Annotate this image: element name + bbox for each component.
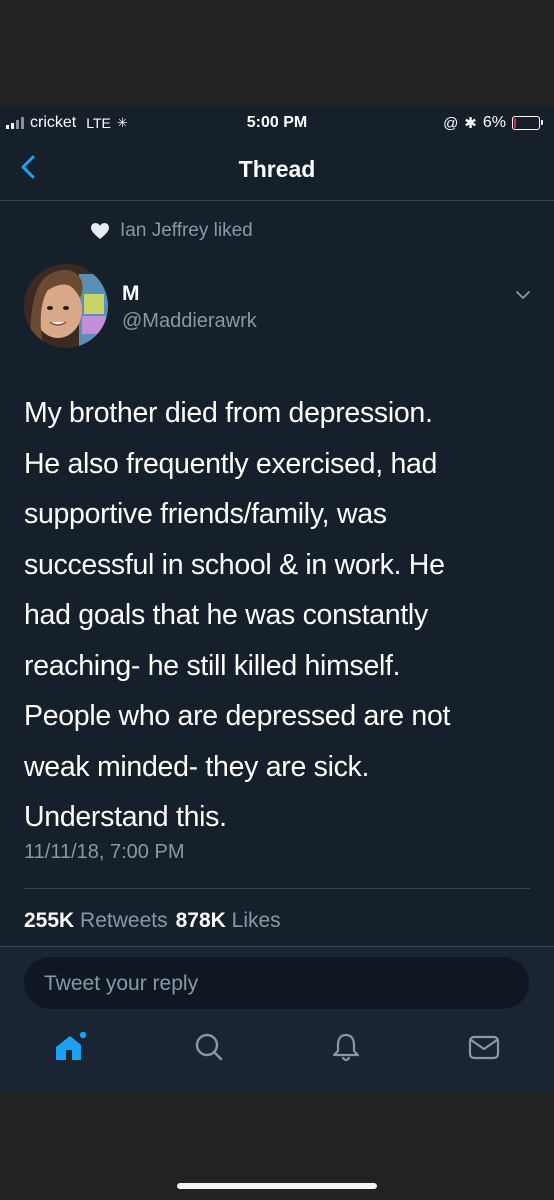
- retweets-count: 255K: [24, 909, 75, 932]
- heart-icon: [91, 223, 109, 239]
- thread-header: Thread: [0, 140, 554, 201]
- reply-placeholder: Tweet your reply: [44, 972, 199, 995]
- likes-label: Likes: [231, 909, 281, 932]
- tweet-line: People who are depressed are not: [24, 700, 451, 732]
- tweet-line: had goals that he was constantly: [24, 599, 428, 631]
- status-bar: cricket LTE ✳ 5:00 PM @ ✱ 6%: [0, 106, 554, 140]
- tweet-line: successful in school & in work. He: [24, 548, 445, 581]
- reply-input[interactable]: Tweet your reply: [24, 957, 529, 1009]
- tweet-line: supportive friends/family, was: [24, 498, 387, 530]
- tweet-line: Understand this.: [24, 801, 227, 833]
- likes-count: 878K: [175, 909, 226, 932]
- home-indicator[interactable]: [177, 1183, 377, 1189]
- battery-percent: 6%: [482, 114, 506, 131]
- social-context: Ian Jeffrey liked: [90, 220, 253, 242]
- author-name[interactable]: M: [122, 282, 140, 306]
- tweet-line: weak minded- they are sick.: [24, 750, 370, 783]
- tweet-text: My brother died from depression. He also…: [24, 388, 539, 843]
- status-right: @ ✱ 6%: [443, 114, 543, 132]
- avatar[interactable]: [24, 264, 108, 348]
- orientation-lock-icon: @: [443, 114, 459, 132]
- social-context-text: Ian Jeffrey liked: [120, 220, 253, 241]
- messages-icon[interactable]: [464, 1027, 504, 1067]
- chevron-down-icon[interactable]: [514, 286, 532, 304]
- battery-fill: [514, 118, 516, 128]
- tweet-stats: 255K Retweets 878K Likes: [24, 909, 281, 933]
- page-title: Thread: [238, 156, 316, 182]
- tweet-line: reaching- he still killed himself.: [24, 649, 401, 682]
- tweet-line: My brother died from depression.: [24, 397, 433, 429]
- app-screen: cricket LTE ✳ 5:00 PM @ ✱ 6% Thread Ian …: [0, 106, 554, 1092]
- divider: [24, 888, 530, 889]
- avatar-photo: [24, 264, 108, 348]
- search-icon[interactable]: [189, 1027, 229, 1067]
- battery-icon: [512, 116, 543, 130]
- tweet-timestamp: 11/11/18, 7:00 PM: [24, 841, 185, 863]
- tab-bar: [0, 1027, 554, 1083]
- home-icon[interactable]: [50, 1027, 90, 1067]
- retweets-label: Retweets: [80, 909, 168, 932]
- tweet-line: He also frequently exercised, had: [24, 447, 438, 480]
- bluetooth-icon: ✱: [464, 115, 477, 132]
- notifications-icon[interactable]: [326, 1027, 366, 1067]
- author-handle[interactable]: @Maddierawrk: [122, 310, 257, 333]
- likes-stat[interactable]: 878K Likes: [176, 909, 281, 933]
- reply-area: Tweet your reply: [0, 946, 554, 1092]
- retweets-stat[interactable]: 255K Retweets: [24, 909, 168, 933]
